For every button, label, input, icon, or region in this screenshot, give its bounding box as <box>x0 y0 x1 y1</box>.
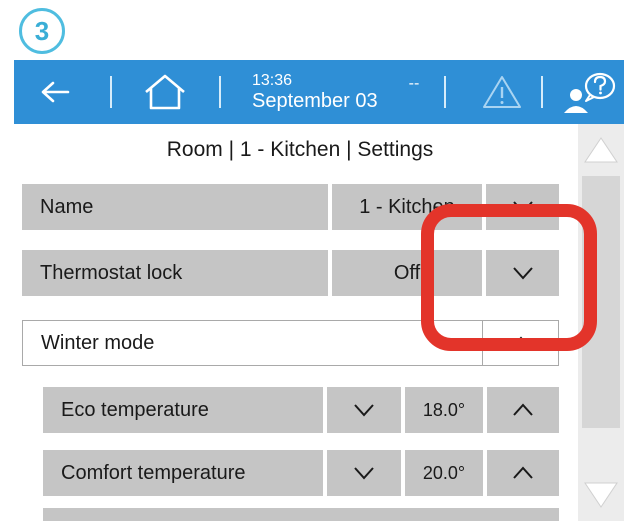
next-row-partial <box>43 508 559 521</box>
toolbar-divider <box>444 76 446 108</box>
chevron-down-icon <box>512 267 533 280</box>
thermostat-lock-value: Off <box>393 261 421 284</box>
chevron-down-icon <box>354 404 374 417</box>
thermostat-lock-label: Thermostat lock <box>40 261 183 284</box>
scrollbar[interactable] <box>578 124 624 521</box>
eco-temperature-increase-button[interactable] <box>487 387 559 433</box>
comfort-temperature-label: Comfort temperature <box>61 461 246 484</box>
home-button[interactable] <box>136 60 194 124</box>
clock-display: 13:36 September 03 <box>252 60 392 124</box>
toolbar-divider <box>219 76 221 108</box>
toolbar-divider <box>541 76 543 108</box>
thermostat-lock-dropdown-button[interactable] <box>486 250 559 296</box>
step-number-badge: 3 <box>19 8 65 54</box>
clock-time: 13:36 <box>252 72 293 89</box>
triangle-down-icon <box>584 482 618 508</box>
eco-temperature-decrease-button[interactable] <box>327 387 401 433</box>
scroll-down-button[interactable] <box>578 471 624 521</box>
warning-button[interactable] <box>477 60 527 124</box>
winter-mode-collapse-button[interactable] <box>483 321 558 365</box>
comfort-temperature-value: 20.0° <box>422 462 466 483</box>
comfort-temperature-decrease-button[interactable] <box>327 450 401 496</box>
winter-mode-label: Winter mode <box>41 331 155 354</box>
winter-mode-row[interactable]: Winter mode <box>22 320 559 366</box>
comfort-temperature-row: Comfort temperature 20.0° <box>43 450 559 496</box>
warning-icon <box>483 76 521 108</box>
top-bar: 13:36 September 03 -- <box>14 60 624 124</box>
name-value: 1 - Kitchen <box>359 195 455 218</box>
name-row: Name 1 - Kitchen <box>22 184 559 230</box>
chevron-down-icon <box>512 201 533 214</box>
thermostat-lock-row: Thermostat lock Off <box>22 250 559 296</box>
triangle-up-icon <box>584 137 618 163</box>
scroll-thumb[interactable] <box>582 176 620 428</box>
chevron-down-icon <box>354 467 374 480</box>
user-help-icon <box>564 72 616 113</box>
eco-temperature-value: 18.0° <box>422 399 466 420</box>
clock-date: September 03 <box>252 90 378 112</box>
help-button[interactable] <box>556 60 622 124</box>
chevron-up-icon <box>513 466 533 479</box>
step-number: 3 <box>34 15 50 46</box>
toolbar-divider <box>110 76 112 108</box>
page-title: Room | 1 - Kitchen | Settings <box>166 138 434 161</box>
eco-temperature-label: Eco temperature <box>61 398 209 421</box>
name-label: Name <box>40 195 94 218</box>
home-icon <box>145 74 185 110</box>
chevron-up-icon <box>510 336 531 349</box>
chevron-up-icon <box>513 403 533 416</box>
status-text: -- <box>408 75 420 92</box>
arrow-left-icon <box>41 81 70 103</box>
back-button[interactable] <box>32 60 78 124</box>
name-dropdown-button[interactable] <box>486 184 559 230</box>
scroll-up-button[interactable] <box>578 124 624 174</box>
comfort-temperature-increase-button[interactable] <box>487 450 559 496</box>
eco-temperature-row: Eco temperature 18.0° <box>43 387 559 433</box>
